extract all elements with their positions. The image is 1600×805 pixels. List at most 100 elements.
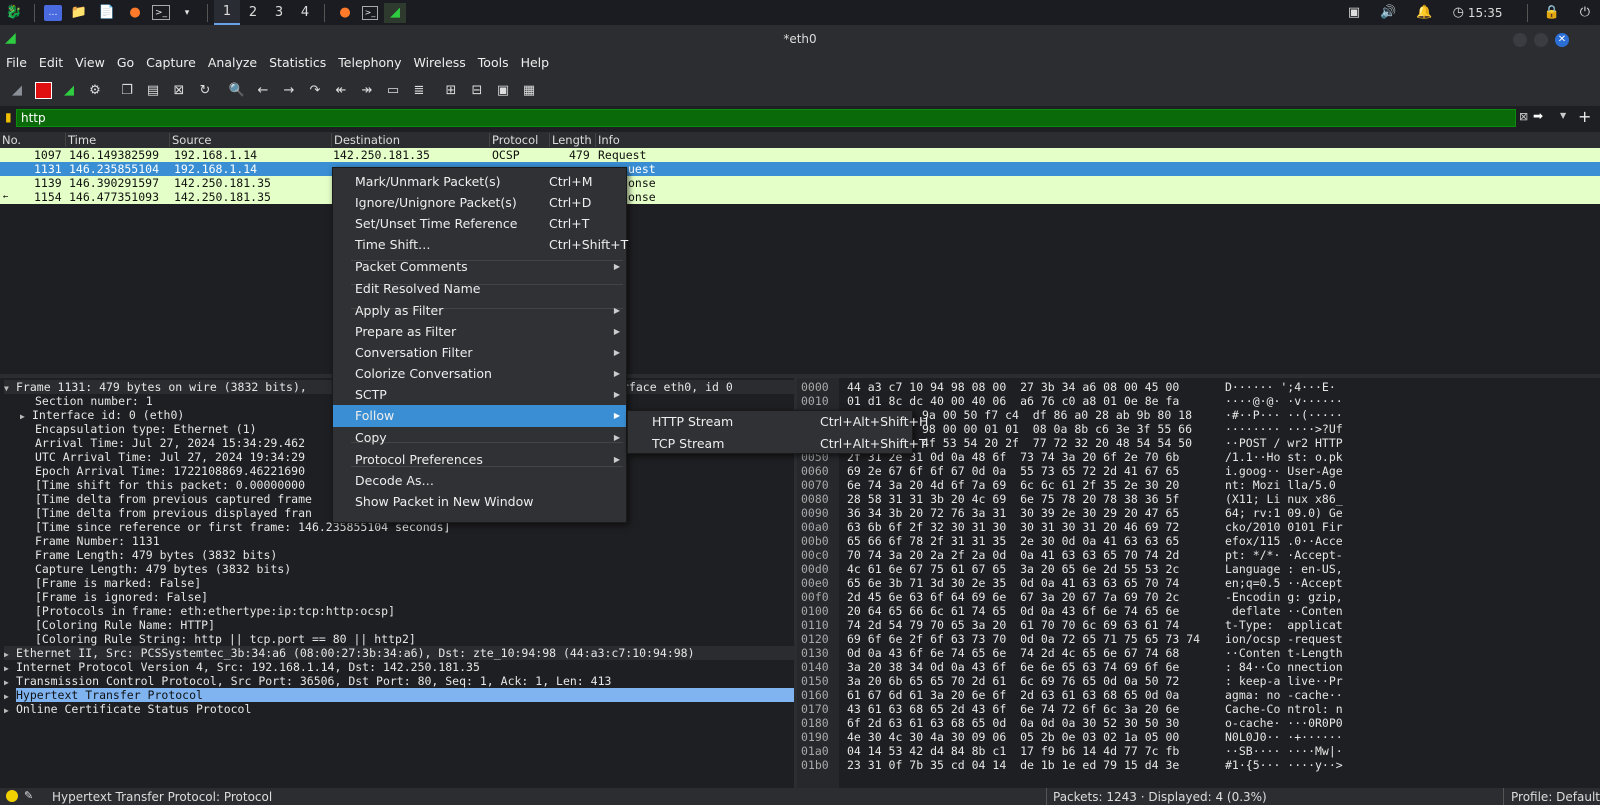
go-forward-icon[interactable]: → <box>278 79 300 101</box>
tree-item-interface[interactable]: ▶ Interface id: 0 (eth0) <box>20 408 184 422</box>
ctx-colorize-conversation[interactable]: Colorize Conversation ▶ <box>333 363 626 385</box>
ctx-show-in-new-window[interactable]: Show Packet in New Window <box>333 491 626 513</box>
go-back-icon[interactable]: ← <box>252 79 274 101</box>
normal-size-icon[interactable]: ▣ <box>492 79 514 101</box>
power-icon[interactable]: ⏻ <box>1580 5 1590 20</box>
ctx-decode-as[interactable]: Decode As… <box>333 470 626 492</box>
menu-go[interactable]: Go <box>111 54 140 74</box>
column-source[interactable]: Source <box>170 133 332 147</box>
packet-row[interactable]: 1139 146.390291597 142.250.181.35 onse <box>0 176 1600 190</box>
expert-info-icon[interactable] <box>6 790 18 802</box>
menu-capture[interactable]: Capture <box>140 54 202 74</box>
tree-item[interactable]: [Coloring Rule String: http || tcp.port … <box>35 632 416 646</box>
tree-item[interactable]: [Time delta from previous displayed fran <box>35 506 312 520</box>
workspace-1[interactable]: 1 <box>214 0 240 25</box>
maximize-button[interactable] <box>1534 33 1548 47</box>
bookmark-icon[interactable]: ▮ <box>5 110 12 124</box>
chevron-down-icon[interactable]: ▾ <box>176 3 198 23</box>
collapsed-arrow-icon[interactable]: ▶ <box>20 410 32 424</box>
ctx-protocol-preferences[interactable]: Protocol Preferences ▶ <box>333 449 626 471</box>
restart-capture-icon[interactable]: ◢ <box>58 79 80 101</box>
open-file-icon[interactable]: ❐ <box>116 79 138 101</box>
clear-filter-icon[interactable]: ⊠ <box>1519 110 1528 123</box>
first-packet-icon[interactable]: ↞ <box>330 79 352 101</box>
capture-options-icon[interactable]: ⚙ <box>84 79 106 101</box>
column-time[interactable]: Time <box>66 133 170 147</box>
start-capture-icon[interactable]: ◢ <box>6 79 28 101</box>
tree-item[interactable]: UTC Arrival Time: Jul 27, 2024 19:34:29 <box>35 450 305 464</box>
packet-row-selected[interactable]: 1131 146.235855104 192.168.1.14 uest <box>0 162 1600 176</box>
tree-item[interactable]: [Frame is marked: False] <box>35 576 201 590</box>
menu-telephony[interactable]: Telephony <box>332 54 407 74</box>
autoscroll-icon[interactable]: ▭ <box>382 79 404 101</box>
zoom-out-icon[interactable]: ⊟ <box>466 79 488 101</box>
menu-file[interactable]: File <box>0 54 33 74</box>
ctx-mark-unmark[interactable]: Mark/Unmark Packet(s) Ctrl+M <box>333 171 626 193</box>
expanded-arrow-icon[interactable]: ▼ <box>4 382 16 396</box>
menu-analyze[interactable]: Analyze <box>202 54 263 74</box>
ctx-time-shift[interactable]: Time Shift… Ctrl+Shift+T <box>333 234 628 256</box>
terminal-icon[interactable]: >_ <box>152 5 170 20</box>
column-info[interactable]: Info <box>596 133 1600 147</box>
text-editor-icon[interactable]: 📄 <box>96 3 118 23</box>
packet-row[interactable]: ← 1154 146.477351093 142.250.181.35 onse <box>0 190 1600 204</box>
tree-item-http-selected[interactable]: ▶ Hypertext Transfer Protocol <box>4 688 794 702</box>
column-protocol[interactable]: Protocol <box>490 133 550 147</box>
ctx-packet-comments[interactable]: Packet Comments ▶ <box>333 256 626 278</box>
packet-row[interactable]: 1097 146.149382599 192.168.1.14 142.250.… <box>0 148 1600 162</box>
ctx-ignore-unignore[interactable]: Ignore/Unignore Packet(s) Ctrl+D <box>333 192 626 214</box>
ctx-prepare-as-filter[interactable]: Prepare as Filter ▶ <box>333 321 626 343</box>
menu-help[interactable]: Help <box>515 54 556 74</box>
ctx-edit-resolved-name[interactable]: Edit Resolved Name <box>333 278 626 300</box>
follow-tcp-stream[interactable]: TCP Stream Ctrl+Alt+Shift+T <box>628 433 927 455</box>
menu-statistics[interactable]: Statistics <box>263 54 332 74</box>
ctx-conversation-filter[interactable]: Conversation Filter ▶ <box>333 342 626 364</box>
tree-item[interactable]: [Protocols in frame: eth:ethertype:ip:tc… <box>35 604 395 618</box>
ctx-time-reference[interactable]: Set/Unset Time Reference Ctrl+T <box>333 213 626 235</box>
reload-file-icon[interactable]: ↻ <box>194 79 216 101</box>
close-button[interactable]: ✕ <box>1555 33 1569 47</box>
workspace-4[interactable]: 4 <box>292 0 318 25</box>
follow-http-stream[interactable]: HTTP Stream Ctrl+Alt+Shift+H <box>628 411 928 433</box>
tree-item[interactable]: Capture Length: 479 bytes (3832 bits) <box>35 562 291 576</box>
filter-dropdown-icon[interactable]: ▼ <box>1560 111 1566 120</box>
ctx-sctp[interactable]: SCTP ▶ <box>333 384 626 406</box>
tree-item[interactable]: Epoch Arrival Time: 1722108869.46221690 <box>35 464 305 478</box>
collapsed-arrow-icon[interactable]: ▶ <box>4 704 16 718</box>
terminal-window-icon[interactable]: >_ <box>362 5 378 20</box>
tree-item-tcp[interactable]: ▶ Transmission Control Protocol, Src Port… <box>4 674 611 688</box>
tree-item-ethernet[interactable]: ▶ Ethernet II, Src: PCSSystemtec_3b:34:a6… <box>4 646 794 660</box>
colorize-icon[interactable]: ≣ <box>408 79 430 101</box>
volume-icon[interactable]: 🔊 <box>1380 5 1396 20</box>
notification-bell-icon[interactable]: 🔔 <box>1416 5 1432 20</box>
tree-item[interactable]: Frame Number: 1131 <box>35 534 160 548</box>
tree-item[interactable]: Frame Length: 479 bytes (3832 bits) <box>35 548 277 562</box>
find-packet-icon[interactable]: 🔍 <box>226 79 248 101</box>
close-file-icon[interactable]: ⊠ <box>168 79 190 101</box>
menu-wireless[interactable]: Wireless <box>407 54 471 74</box>
minimize-button[interactable] <box>1513 33 1527 47</box>
status-profile[interactable]: Profile: Default <box>1511 790 1600 804</box>
desktop-icon[interactable]: … <box>44 4 62 21</box>
tree-item-ocsp[interactable]: ▶ Online Certificate Status Protocol <box>4 702 251 716</box>
menu-view[interactable]: View <box>69 54 111 74</box>
tree-item[interactable]: Encapsulation type: Ethernet (1) <box>35 422 257 436</box>
clock[interactable]: 15:35 <box>1468 6 1503 20</box>
column-no[interactable]: No. <box>0 133 66 147</box>
tree-item-ip[interactable]: ▶ Internet Protocol Version 4, Src: 192.1… <box>4 660 480 674</box>
column-length[interactable]: Length <box>550 133 596 147</box>
apply-filter-icon[interactable]: ➡ <box>1533 109 1543 123</box>
save-file-icon[interactable]: ▤ <box>142 79 164 101</box>
go-to-packet-icon[interactable]: ↷ <box>304 79 326 101</box>
workspace-2[interactable]: 2 <box>240 0 266 25</box>
workspace-3[interactable]: 3 <box>266 0 292 25</box>
screen-icon[interactable]: ▣ <box>1348 5 1360 20</box>
file-manager-icon[interactable]: 📁 <box>68 3 90 23</box>
menu-tools[interactable]: Tools <box>472 54 515 74</box>
tree-item[interactable]: [Frame is ignored: False] <box>35 590 208 604</box>
stop-capture-icon[interactable] <box>32 79 54 101</box>
firefox-icon[interactable]: ● <box>124 3 146 23</box>
tree-item[interactable]: [Time shift for this packet: 0.00000000 <box>35 478 305 492</box>
lock-icon[interactable]: 🔒 <box>1544 5 1560 20</box>
kali-menu-icon[interactable]: 🐉 <box>3 3 25 23</box>
